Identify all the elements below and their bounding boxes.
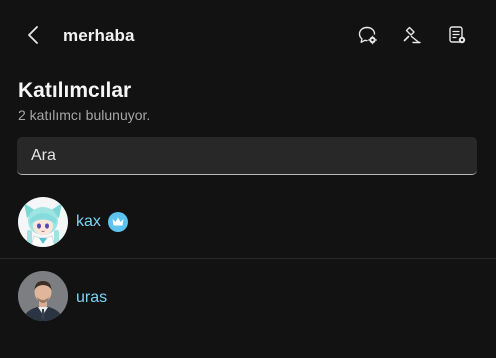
- avatar: [18, 271, 68, 321]
- moderation-button[interactable]: [401, 24, 423, 46]
- man-in-suit-avatar: [18, 271, 68, 321]
- chat-title: merhaba: [63, 26, 135, 45]
- participant-count: 2 katılımcı bulunuyor.: [18, 107, 151, 123]
- divider: [0, 258, 496, 259]
- participant-row[interactable]: kax: [0, 186, 496, 258]
- chat-header: merhaba: [0, 0, 496, 72]
- notes-button[interactable]: [446, 24, 468, 46]
- notes-list-icon: [449, 26, 466, 44]
- participant-name: uras: [76, 289, 108, 306]
- participants-heading: Katılımcılar: [18, 79, 132, 102]
- back-button[interactable]: [20, 22, 46, 48]
- moderation-gavel-icon: [403, 26, 421, 44]
- chat-settings-icon: [358, 26, 377, 45]
- participants-screen: merhaba Katılımcılar 2 katılımcı bulunuy…: [0, 0, 496, 358]
- participant-name: kax: [76, 213, 101, 230]
- participant-row[interactable]: uras: [0, 260, 496, 332]
- search-input[interactable]: [17, 137, 477, 174]
- anime-character-avatar: [18, 197, 68, 247]
- search-box: [17, 137, 477, 175]
- back-arrow-icon: [28, 26, 38, 44]
- crown-badge-icon: [108, 212, 128, 232]
- chat-settings-button[interactable]: [357, 24, 379, 46]
- avatar: [18, 197, 68, 247]
